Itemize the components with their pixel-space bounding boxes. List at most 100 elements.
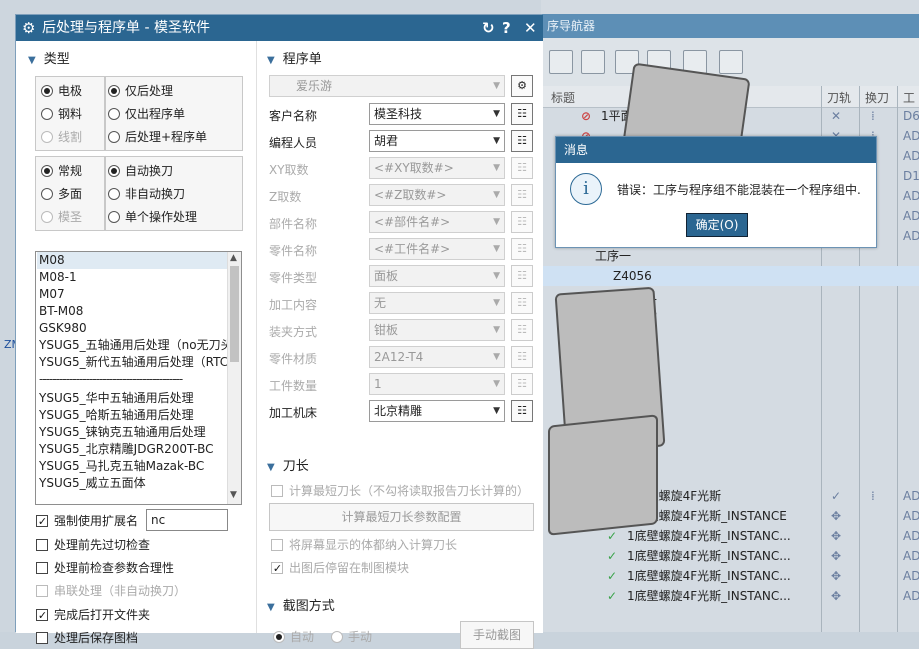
field-select[interactable]: 模圣科技 ▼ xyxy=(369,103,505,125)
force-ext-checkbox[interactable]: 强制使用扩展名 xyxy=(36,513,138,529)
postprocessor-list-item[interactable]: YSUG5_马扎克五轴Mazak-BC xyxy=(37,458,227,475)
radio-icon xyxy=(41,165,53,177)
col-toolpath-header[interactable]: 刀轨 xyxy=(827,89,851,106)
postprocessor-list-item[interactable]: M08-1 xyxy=(37,269,227,286)
save-part-checkbox[interactable]: 处理后保存图档 xyxy=(36,630,138,646)
check-icon: ✓ xyxy=(607,589,618,603)
postprocessor-list-item[interactable]: YSUG5_五轴通用后处理（no无刀头 xyxy=(37,337,227,354)
overcut-check-checkbox[interactable]: 处理前先过切检查 xyxy=(36,537,150,553)
checkbox-label: 计算最短刀长（不勾将读取报告刀长计算的） xyxy=(289,484,530,498)
collapse-all-icon[interactable] xyxy=(719,50,743,74)
radio-multiface[interactable]: 多面 xyxy=(41,186,82,202)
chevron-down-icon: ▼ xyxy=(493,163,500,173)
list-scrollbar[interactable]: ▲ ▼ xyxy=(227,252,241,504)
col-work-header[interactable]: 工 xyxy=(903,89,915,106)
field-value: 1 xyxy=(374,377,382,391)
navigator-row-label: 1底壁螺旋4F光斯_INSTANC... xyxy=(627,589,791,603)
radio-label: 常规 xyxy=(58,164,83,178)
left-panel: ▼ 类型 电极 钢料 线割 仅后处理 仅出程序单 后处理+程序单 常规 多面 模圣… xyxy=(16,41,256,645)
field-select[interactable]: 胡君 ▼ xyxy=(369,130,505,152)
radio-steel[interactable]: 钢料 xyxy=(41,106,82,122)
postprocessor-list-item[interactable]: YSUG5_威立五面体 xyxy=(37,475,227,492)
col-name-header[interactable]: 标题 xyxy=(551,89,575,106)
checkbox-icon xyxy=(36,609,48,621)
field-select: <#XY取数#> ▼ xyxy=(369,157,505,179)
scroll-down-icon[interactable]: ▼ xyxy=(230,490,237,500)
field-select: 面板 ▼ xyxy=(369,265,505,287)
radio-auto-toolchange[interactable]: 自动换刀 xyxy=(108,163,173,179)
postprocessor-list-item[interactable]: M07 xyxy=(37,286,227,303)
navigator-cell: AD xyxy=(903,529,919,543)
radio-post-and-sheet[interactable]: 后处理+程序单 xyxy=(108,129,207,145)
message-title: 消息 xyxy=(556,137,876,163)
reset-icon[interactable]: ↻ xyxy=(482,15,495,41)
settings-gear-button[interactable]: ⚙ xyxy=(511,75,533,97)
field-value: 无 xyxy=(374,296,387,310)
postprocessor-list-item[interactable]: GSK980 xyxy=(37,320,227,337)
field-label: 工件数量 xyxy=(269,379,318,393)
postprocessor-list-item[interactable]: BT-M08 xyxy=(37,303,227,320)
checkbox-label: 处理前先过切检查 xyxy=(54,538,151,552)
radio-manual-toolchange[interactable]: 非自动换刀 xyxy=(108,186,185,202)
navigator-row[interactable]: ✓ 1底壁螺旋4F光斯_INSTANC... ✥ AD xyxy=(541,546,919,566)
radio-single-op[interactable]: 单个操作处理 xyxy=(108,209,197,225)
postprocessor-list-item[interactable]: ----------------------------------------… xyxy=(37,371,227,388)
close-icon[interactable]: ✕ xyxy=(524,15,537,41)
postprocessor-list-item[interactable]: YSUG5_铼钠克五轴通用后处理 xyxy=(37,424,227,441)
radio-post-only[interactable]: 仅后处理 xyxy=(108,83,173,99)
chevron-down-icon: ▼ xyxy=(493,406,500,416)
field-value: 面板 xyxy=(374,269,399,283)
open-folder-checkbox[interactable]: 完成后打开文件夹 xyxy=(36,607,150,623)
radio-label: 电极 xyxy=(58,84,83,98)
radio-label: 线割 xyxy=(58,130,83,144)
extension-input[interactable]: nc xyxy=(146,509,228,531)
machine-tool-view-icon[interactable] xyxy=(581,50,605,74)
tool-length-section-header[interactable]: ▼ 刀长 xyxy=(267,455,309,474)
postprocessor-list[interactable]: M08 M08-1 M07 BT-M08 GSK980 YSUG5_五轴通用后处理（no无… xyxy=(35,251,242,505)
stay-draft-checkbox: 出图后停留在制图模块 xyxy=(271,560,409,576)
navigator-row[interactable]: 工序一 xyxy=(541,246,919,266)
type-section-header[interactable]: ▼ 类型 xyxy=(28,48,70,67)
list-picker-icon[interactable]: ☷ xyxy=(511,130,533,152)
radio-electrode[interactable]: 电极 xyxy=(41,83,82,99)
scroll-up-icon[interactable]: ▲ xyxy=(230,253,237,263)
navigator-cell: AD xyxy=(903,589,919,603)
field-select[interactable]: 北京精雕 ▼ xyxy=(369,400,505,422)
program-section-header[interactable]: ▼ 程序单 xyxy=(267,48,322,67)
param-check-checkbox[interactable]: 处理前检查参数合理性 xyxy=(36,560,174,576)
field-value: 模圣科技 xyxy=(374,107,423,121)
postprocessor-list-item[interactable]: YSUG5_哈斯五轴通用后处理 xyxy=(37,407,227,424)
radio-icon xyxy=(108,165,120,177)
radio-label: 自动换刀 xyxy=(125,164,174,178)
list-picker-icon[interactable]: ☷ xyxy=(511,103,533,125)
ok-button[interactable]: 确定(O) xyxy=(686,213,748,237)
field-select: <#Z取数#> ▼ xyxy=(369,184,505,206)
field-select: 1 ▼ xyxy=(369,373,505,395)
scroll-thumb[interactable] xyxy=(230,266,239,362)
navigator-row[interactable]: ✓ 1底壁螺旋4F光斯_INSTANC... ✥ AD xyxy=(541,566,919,586)
postprocessor-list-item[interactable]: YSUG5_新代五轴通用后处理（RTCP xyxy=(37,354,227,371)
postprocessor-list-item[interactable]: YSUG5_华中五轴通用后处理 xyxy=(37,390,227,407)
checkbox-icon xyxy=(36,585,48,597)
radio-sheet-only[interactable]: 仅出程序单 xyxy=(108,106,185,122)
calc-shortest-checkbox: 计算最短刀长（不勾将读取报告刀长计算的） xyxy=(271,483,529,499)
postprocessor-list-item[interactable]: YSUG5_北京精雕JDGR200T-BC xyxy=(37,441,227,458)
help-icon[interactable]: ? xyxy=(502,15,511,41)
col-toolchange-header[interactable]: 换刀 xyxy=(865,89,889,106)
radio-capture-auto: 自动 xyxy=(273,629,314,645)
radio-icon xyxy=(41,108,53,120)
program-order-view-icon[interactable] xyxy=(549,50,573,74)
navigator-row[interactable]: Z4056 xyxy=(541,266,919,286)
radio-icon xyxy=(331,631,343,643)
radio-label: 仅后处理 xyxy=(125,84,174,98)
navigator-row[interactable]: ✓ 1底壁螺旋4F光斯_INSTANC... ✥ AD xyxy=(541,586,919,606)
navigator-cell: AD xyxy=(903,129,919,143)
list-picker-icon[interactable]: ☷ xyxy=(511,400,533,422)
post-process-dialog: ⚙ 后处理与程序单 - 模圣软件 ↻ ? ✕ ▼ 类型 电极 钢料 线割 仅后处理… xyxy=(15,14,543,649)
capture-section-header[interactable]: ▼ 截图方式 xyxy=(267,595,335,614)
list-picker-icon: ☷ xyxy=(511,292,533,314)
radio-normal[interactable]: 常规 xyxy=(41,163,82,179)
field-select: <#工件名#> ▼ xyxy=(369,238,505,260)
navigator-cell: ⁞ xyxy=(871,489,875,503)
postprocessor-list-item[interactable]: M08 xyxy=(37,252,227,269)
